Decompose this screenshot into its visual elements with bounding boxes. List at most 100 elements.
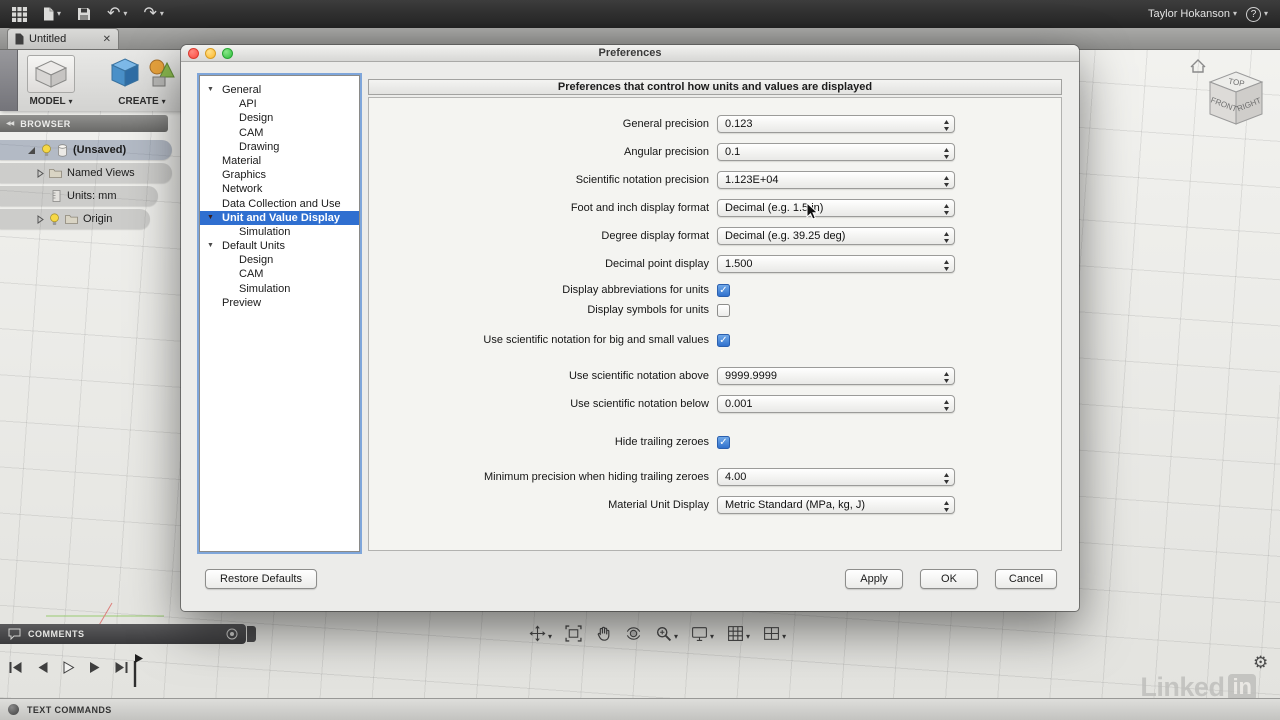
tab-close-icon[interactable]: ✕ bbox=[103, 34, 111, 45]
orbit-icon bbox=[625, 625, 642, 647]
display-settings-button[interactable]: ▾ bbox=[689, 623, 716, 649]
apply-button[interactable]: Apply bbox=[845, 569, 903, 589]
preference-field-row: Scientific notation precision1.123E+04 bbox=[369, 166, 1061, 194]
expander-icon[interactable] bbox=[37, 215, 44, 224]
preferences-tree-item[interactable]: CAM bbox=[200, 126, 359, 140]
field-dropdown[interactable]: 9999.9999 bbox=[717, 367, 955, 385]
pan-orbit-zoom-button[interactable]: ▾ bbox=[527, 623, 554, 649]
viewcube-home-icon[interactable] bbox=[1191, 60, 1205, 72]
preferences-tree-item[interactable]: ▼Unit and Value Display bbox=[200, 211, 359, 225]
zoom-button[interactable]: ▾ bbox=[653, 623, 680, 649]
field-checkbox[interactable] bbox=[717, 304, 730, 317]
comments-options-icon[interactable] bbox=[226, 628, 238, 640]
collapse-panel-icon[interactable]: ◀◀ bbox=[6, 120, 13, 127]
redo-button[interactable]: ↷ ▾ bbox=[143, 6, 163, 22]
expander-icon[interactable] bbox=[27, 146, 36, 155]
browser-item[interactable]: Origin bbox=[0, 209, 150, 229]
preferences-tree-item[interactable]: Design bbox=[200, 111, 359, 125]
document-tab-untitled[interactable]: Untitled ✕ bbox=[7, 28, 119, 49]
comments-drag-handle[interactable] bbox=[247, 626, 256, 642]
browser-item[interactable]: Named Views bbox=[0, 163, 172, 183]
user-name: Taylor Hokanson bbox=[1148, 8, 1230, 20]
preference-field-row: Use scientific notation for big and smal… bbox=[369, 330, 1061, 350]
field-dropdown[interactable]: 4.00 bbox=[717, 468, 955, 486]
grid-and-snaps-button[interactable]: ▾ bbox=[725, 623, 752, 649]
browser-item[interactable]: Units: mm bbox=[0, 186, 158, 206]
settings-gear-icon[interactable]: ⚙ bbox=[1253, 654, 1268, 671]
create-primitive-button[interactable] bbox=[110, 57, 140, 94]
app-grid-button[interactable] bbox=[12, 7, 27, 22]
step-forward-button[interactable] bbox=[88, 661, 101, 674]
field-dropdown[interactable]: Metric Standard (MPa, kg, J) bbox=[717, 496, 955, 514]
field-label: Foot and inch display format bbox=[369, 202, 709, 214]
preferences-tree-item[interactable]: CAM bbox=[200, 267, 359, 281]
bulb-icon bbox=[41, 144, 52, 157]
ribbon-collapse-handle[interactable] bbox=[0, 50, 18, 111]
field-checkbox[interactable]: ✓ bbox=[717, 436, 730, 449]
preferences-tree-item[interactable]: Drawing bbox=[200, 140, 359, 154]
timeline-marker[interactable] bbox=[128, 653, 144, 689]
field-checkbox[interactable]: ✓ bbox=[717, 284, 730, 297]
browser-panel-header[interactable]: ◀◀ BROWSER bbox=[0, 115, 168, 132]
create-shapes-button[interactable] bbox=[147, 57, 177, 94]
field-dropdown[interactable]: Decimal (e.g. 1.5 in) bbox=[717, 199, 955, 217]
preferences-tree-item[interactable]: Simulation bbox=[200, 225, 359, 239]
disclosure-triangle-icon[interactable]: ▼ bbox=[207, 239, 214, 253]
field-dropdown[interactable]: 0.001 bbox=[717, 395, 955, 413]
pan-button[interactable] bbox=[593, 623, 614, 649]
preferences-tree-item[interactable]: Design bbox=[200, 253, 359, 267]
undo-button[interactable]: ↶ ▾ bbox=[107, 6, 127, 22]
file-menu-button[interactable]: ▾ bbox=[43, 7, 61, 21]
stepper-arrows-icon bbox=[943, 500, 950, 513]
preferences-tree-item[interactable]: Graphics bbox=[200, 168, 359, 182]
go-to-start-button[interactable] bbox=[8, 661, 23, 674]
dropdown-caret-icon: ▾ bbox=[69, 98, 73, 106]
comments-bar[interactable]: COMMENTS bbox=[0, 624, 246, 644]
orbit-button[interactable] bbox=[623, 623, 644, 649]
fit-view-button[interactable] bbox=[563, 623, 584, 649]
preferences-tree-item[interactable]: Simulation bbox=[200, 282, 359, 296]
tree-item-label: Network bbox=[222, 183, 262, 195]
play-button[interactable] bbox=[62, 661, 75, 674]
preferences-tree-item[interactable]: Material bbox=[200, 154, 359, 168]
save-button[interactable] bbox=[77, 7, 91, 21]
viewports-button[interactable]: ▾ bbox=[761, 623, 788, 649]
dropdown-value: 0.1 bbox=[718, 146, 954, 158]
field-dropdown[interactable]: 0.123 bbox=[717, 115, 955, 133]
field-checkbox[interactable]: ✓ bbox=[717, 334, 730, 347]
expander-icon[interactable] bbox=[37, 169, 44, 178]
dialog-titlebar[interactable]: Preferences bbox=[181, 45, 1079, 62]
field-dropdown[interactable]: 1.123E+04 bbox=[717, 171, 955, 189]
user-menu[interactable]: Taylor Hokanson ▾ bbox=[1148, 8, 1237, 20]
help-menu[interactable]: ? ▾ bbox=[1246, 7, 1268, 22]
field-dropdown[interactable]: 1.500 bbox=[717, 255, 955, 273]
preferences-tree-item[interactable]: Network bbox=[200, 182, 359, 196]
stepper-arrows-icon bbox=[943, 399, 950, 412]
step-back-button[interactable] bbox=[36, 661, 49, 674]
cancel-button[interactable]: Cancel bbox=[995, 569, 1057, 589]
go-to-end-button[interactable] bbox=[114, 661, 129, 674]
restore-defaults-button[interactable]: Restore Defaults bbox=[205, 569, 317, 589]
browser-item[interactable]: (Unsaved) bbox=[0, 140, 172, 160]
linkedin-logo: in bbox=[1228, 674, 1256, 700]
model-cube-icon bbox=[33, 59, 69, 89]
tree-item-label: Drawing bbox=[239, 141, 279, 153]
preferences-tree-item[interactable]: ▼General bbox=[200, 83, 359, 97]
text-commands-icon[interactable] bbox=[8, 704, 19, 715]
preferences-tree-item[interactable]: Data Collection and Use bbox=[200, 197, 359, 211]
file-icon bbox=[43, 7, 54, 21]
model-workspace-button[interactable] bbox=[27, 55, 75, 93]
create-menu-label[interactable]: CREATE ▾ bbox=[106, 96, 178, 107]
ok-button[interactable]: OK bbox=[920, 569, 978, 589]
field-dropdown[interactable]: Decimal (e.g. 39.25 deg) bbox=[717, 227, 955, 245]
disclosure-triangle-icon[interactable]: ▼ bbox=[207, 211, 214, 225]
document-icon bbox=[15, 33, 24, 45]
model-menu-label[interactable]: MODEL ▾ bbox=[21, 96, 81, 107]
preferences-tree-item[interactable]: API bbox=[200, 97, 359, 111]
text-commands-label[interactable]: TEXT COMMANDS bbox=[27, 705, 112, 715]
preferences-tree-item[interactable]: ▼Default Units bbox=[200, 239, 359, 253]
disclosure-triangle-icon[interactable]: ▼ bbox=[207, 83, 214, 97]
viewcube[interactable]: TOP FRONT RIGHT bbox=[1184, 50, 1280, 146]
preferences-tree-item[interactable]: Preview bbox=[200, 296, 359, 310]
field-dropdown[interactable]: 0.1 bbox=[717, 143, 955, 161]
